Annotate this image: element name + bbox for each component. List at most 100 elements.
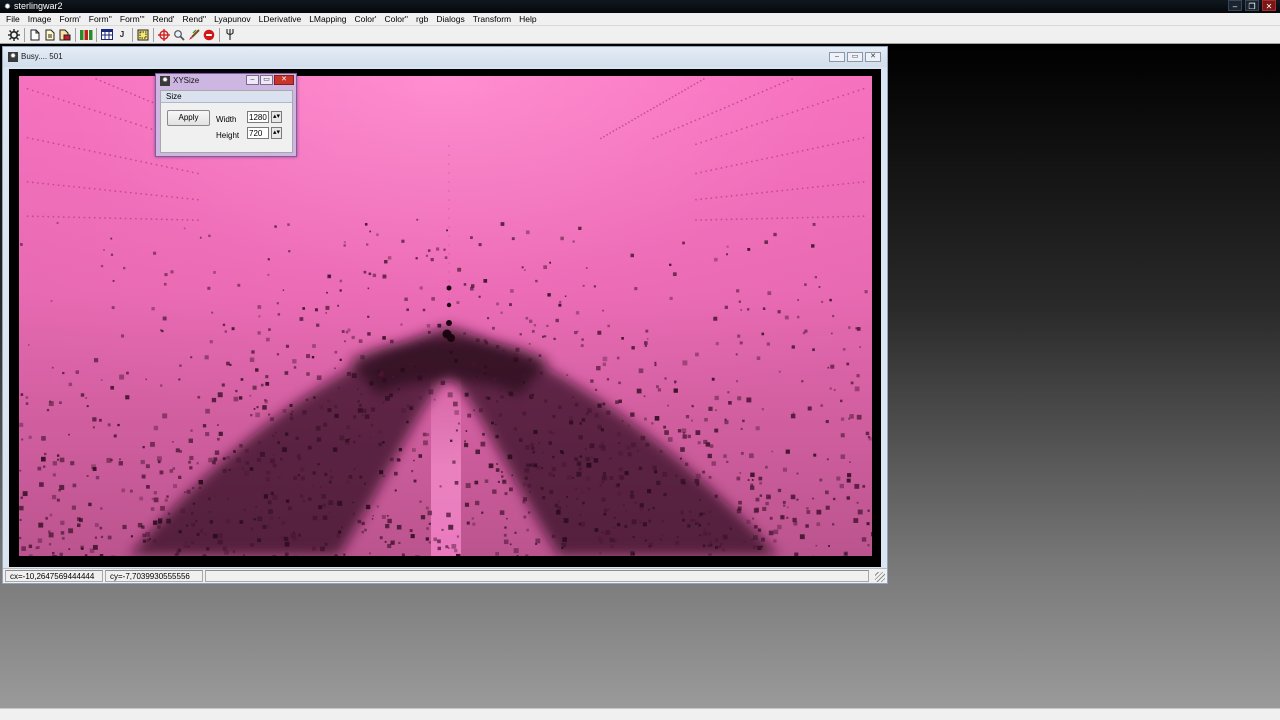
save-icon[interactable] <box>58 28 72 42</box>
ray-dot <box>776 116 779 119</box>
zoom-icon[interactable] <box>172 28 186 42</box>
fractal-speck <box>68 382 73 387</box>
menu-rgb[interactable]: rgb <box>412 13 432 26</box>
fractal-speck <box>638 466 643 471</box>
fractal-speck <box>325 312 328 314</box>
fractal-speck <box>530 442 534 447</box>
new-icon[interactable] <box>28 28 42 42</box>
fractal-speck <box>80 393 85 397</box>
fractal-speck <box>483 365 488 369</box>
palette-icon[interactable] <box>79 28 93 42</box>
menu-color-2[interactable]: Color'' <box>380 13 412 26</box>
fractal-speck <box>812 222 816 226</box>
ray-dot <box>191 171 194 174</box>
fractal-speck <box>48 543 52 546</box>
fractal-speck <box>690 519 694 523</box>
maximize-icon[interactable]: ▭ <box>847 52 863 62</box>
menu-lyapunov[interactable]: Lyapunov <box>210 13 255 26</box>
height-field[interactable] <box>247 127 269 139</box>
settings-icon[interactable] <box>7 28 21 42</box>
menu-form-3[interactable]: Form''' <box>116 13 149 26</box>
menu-form-1[interactable]: Form' <box>55 13 84 26</box>
menu-lmapping[interactable]: LMapping <box>305 13 350 26</box>
menu-image[interactable]: Image <box>24 13 56 26</box>
fractal-speck <box>321 494 327 499</box>
minimize-icon[interactable]: – <box>1228 0 1242 11</box>
ray-dot <box>196 219 199 222</box>
fractal-speck <box>483 372 487 375</box>
fractal-speck <box>326 291 328 294</box>
ray-dot <box>781 217 784 220</box>
fractal-speck <box>558 303 562 307</box>
fractal-speck <box>625 509 628 512</box>
pitchfork-icon[interactable] <box>223 28 237 42</box>
ray-dot <box>119 190 122 193</box>
fractal-speck <box>390 541 394 545</box>
fractal-speck <box>677 429 682 433</box>
close-icon[interactable]: ✕ <box>274 75 294 85</box>
resize-grip-icon[interactable] <box>875 572 885 582</box>
menu-file[interactable]: File <box>2 13 24 26</box>
menu-transform[interactable]: Transform <box>469 13 515 26</box>
fractal-speck <box>486 317 490 320</box>
fractal-speck <box>603 512 607 516</box>
fractal-speck <box>524 374 526 377</box>
fractal-speck <box>25 402 29 405</box>
menu-form-2[interactable]: Form'' <box>85 13 116 26</box>
brush-icon[interactable] <box>187 28 201 42</box>
select-icon[interactable] <box>136 28 150 42</box>
fractal-speck <box>391 375 395 379</box>
fractal-speck <box>428 541 431 544</box>
minimize-icon[interactable]: – <box>246 75 259 85</box>
menu-rend-1[interactable]: Rend' <box>149 13 179 26</box>
grid-icon[interactable] <box>100 28 114 42</box>
ray-dot <box>448 262 450 264</box>
menu-color-1[interactable]: Color' <box>351 13 381 26</box>
apply-button[interactable]: Apply <box>167 110 210 126</box>
menu-dialogs[interactable]: Dialogs <box>432 13 468 26</box>
fractal-speck <box>454 410 459 415</box>
menu-lderivative[interactable]: LDerivative <box>255 13 306 26</box>
width-field[interactable] <box>247 111 269 123</box>
fractal-speck <box>43 465 46 468</box>
ray-dot <box>171 218 173 221</box>
fractal-speck <box>139 496 144 501</box>
ray-dot <box>771 156 774 159</box>
fractal-image[interactable] <box>19 76 872 556</box>
crosshair-icon[interactable] <box>157 28 171 42</box>
fractal-speck <box>585 456 590 462</box>
close-icon[interactable]: ✕ <box>1262 0 1276 11</box>
ray-dot <box>448 271 450 273</box>
menu-rend-2[interactable]: Rend'' <box>179 13 211 26</box>
height-spinner-icon[interactable]: ▴▾ <box>271 127 282 139</box>
fractal-speck <box>237 283 241 287</box>
fractal-speck <box>553 337 556 341</box>
width-spinner-icon[interactable]: ▴▾ <box>271 111 282 123</box>
ray-dot <box>166 166 168 168</box>
restore-icon[interactable]: ❐ <box>1245 0 1259 11</box>
fractal-speck <box>282 409 287 413</box>
fractal-speck <box>576 471 582 477</box>
fractal-speck <box>153 425 159 431</box>
minimize-icon[interactable]: – <box>829 52 845 62</box>
fractal-speck <box>620 478 624 481</box>
maximize-icon[interactable]: ▭ <box>260 75 273 85</box>
fractal-speck <box>538 442 541 444</box>
xysize-title-bar[interactable]: ✹ XYSize – ▭ ✕ <box>156 74 296 88</box>
fractal-speck <box>751 479 754 481</box>
stop-icon[interactable] <box>202 28 216 42</box>
image-window-title-bar[interactable]: ✹ Busy.... 501 – ▭ ✕ <box>3 47 887 67</box>
ray-dot <box>862 215 865 218</box>
ray-dot <box>104 153 106 155</box>
fractal-speck <box>328 274 331 277</box>
j-icon[interactable]: J <box>115 28 129 42</box>
menu-help[interactable]: Help <box>515 13 540 26</box>
fractal-speck <box>422 308 426 312</box>
close-icon[interactable]: ✕ <box>865 52 881 62</box>
open-icon[interactable] <box>43 28 57 42</box>
ray-dot <box>735 218 738 221</box>
fractal-speck <box>654 416 660 421</box>
ray-dot <box>93 188 96 190</box>
fractal-speck <box>856 414 862 420</box>
fractal-speck <box>276 353 280 356</box>
